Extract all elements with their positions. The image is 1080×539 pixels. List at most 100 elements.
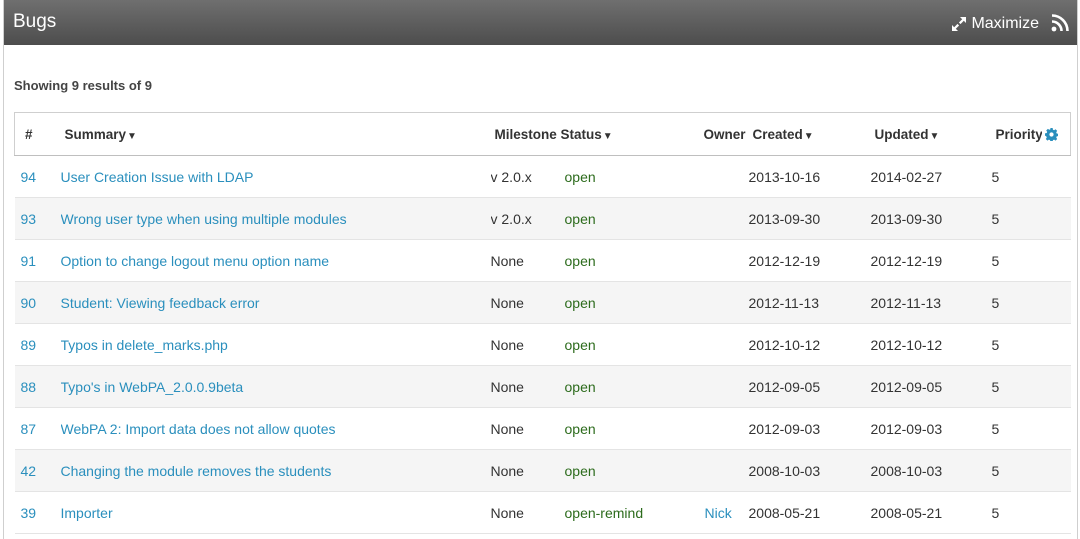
sort-arrow-icon: ▼	[803, 130, 814, 142]
bug-created: 2013-10-16	[748, 168, 821, 185]
bug-milestone: v 2.0.x	[490, 168, 532, 185]
bug-priority: 5	[991, 252, 1000, 269]
bug-id-link[interactable]: 89	[15, 324, 61, 366]
bug-status: open-remind	[564, 504, 644, 521]
bug-status: open	[564, 336, 596, 353]
bug-milestone: None	[490, 462, 524, 479]
table-row: 94 User Creation Issue with LDAP v 2.0.x op…	[14, 155, 1071, 198]
bug-priority: 5	[991, 378, 1000, 395]
table-row: 89 Typos in delete_marks.php None open 2012-…	[14, 323, 1071, 366]
bugs-panel: Bugs Maximize Showing 9 results of 9 # S…	[3, 0, 1078, 539]
bug-id-link[interactable]: 39	[15, 492, 61, 534]
bug-status: open	[564, 210, 596, 227]
bug-owner[interactable]	[693, 324, 749, 366]
bug-summary-link[interactable]: Typo's in WebPA_2.0.0.9beta	[61, 366, 491, 408]
bug-summary-link[interactable]: Changing the module removes the students	[61, 450, 491, 492]
table-header: # Summary▼ Milestone Status▼ Owner Creat…	[14, 112, 1071, 156]
bug-summary-link[interactable]: Wrong user type when using multiple modu…	[61, 198, 491, 240]
bug-updated: 2012-09-05	[870, 378, 943, 395]
bug-priority: 5	[991, 336, 1000, 353]
bug-owner[interactable]	[693, 366, 749, 408]
results-count: Showing 9 results of 9	[14, 78, 152, 93]
bug-status: open	[564, 378, 596, 395]
bug-created: 2008-10-03	[748, 462, 821, 479]
bug-priority: 5	[991, 462, 1000, 479]
table-row: 93 Wrong user type when using multiple mo…	[14, 197, 1071, 240]
bug-id-link[interactable]: 42	[15, 450, 61, 492]
bug-priority: 5	[991, 420, 1000, 437]
gear-icon[interactable]	[1045, 127, 1059, 141]
bug-id-link[interactable]: 88	[15, 366, 61, 408]
col-header-status[interactable]: Status▼	[560, 112, 693, 156]
bug-milestone: v 2.0.x	[490, 210, 532, 227]
bug-owner[interactable]	[693, 450, 749, 492]
bug-updated: 2008-10-03	[870, 462, 943, 479]
bug-summary-link[interactable]: Typos in delete_marks.php	[61, 324, 491, 366]
table-row: 91 Option to change logout menu option na…	[14, 239, 1071, 282]
bug-id-link[interactable]: 93	[15, 198, 61, 240]
bug-updated: 2008-05-21	[870, 504, 943, 521]
bug-milestone: None	[490, 420, 524, 437]
bug-priority: 5	[991, 168, 1000, 185]
bug-status: open	[564, 420, 596, 437]
bug-owner[interactable]	[693, 240, 749, 282]
bug-owner[interactable]	[693, 156, 749, 198]
col-header-num[interactable]: #	[14, 112, 61, 156]
bug-status: open	[564, 294, 596, 311]
col-header-owner[interactable]: Owner	[692, 112, 749, 156]
bug-updated: 2012-11-13	[870, 294, 942, 311]
bug-summary-link[interactable]: User Creation Issue with LDAP	[61, 156, 491, 198]
bug-created: 2008-05-21	[748, 504, 821, 521]
col-header-created[interactable]: Created▼	[748, 112, 871, 156]
bug-status: open	[564, 168, 596, 185]
bug-milestone: None	[490, 336, 524, 353]
bug-status: open	[564, 462, 596, 479]
col-header-milestone[interactable]: Milestone	[490, 112, 561, 156]
bug-owner[interactable]	[693, 408, 749, 450]
col-header-updated[interactable]: Updated▼	[870, 112, 992, 156]
bug-summary-link[interactable]: Importer	[61, 492, 491, 534]
maximize-icon	[952, 17, 967, 31]
bug-updated: 2012-10-12	[870, 336, 943, 353]
sort-arrow-icon: ▼	[127, 130, 137, 142]
bug-summary-link[interactable]: WebPA 2: Import data does not allow quot…	[61, 408, 491, 450]
table-row: 90 Student: Viewing feedback error None ope…	[14, 281, 1071, 324]
bug-created: 2012-12-19	[748, 252, 821, 269]
col-header-summary[interactable]: Summary▼	[60, 112, 491, 156]
panel-title: Bugs	[13, 11, 57, 32]
maximize-button[interactable]: Maximize	[951, 15, 1039, 33]
bug-id-link[interactable]: 87	[15, 408, 61, 450]
bug-priority: 5	[991, 294, 1000, 311]
bug-id-link[interactable]: 94	[15, 156, 61, 198]
rss-icon[interactable]	[1051, 14, 1069, 32]
bug-owner[interactable]: Nick	[693, 492, 749, 534]
bug-updated: 2013-09-30	[870, 210, 943, 227]
bug-priority: 5	[991, 504, 1000, 521]
table-row: 42 Changing the module removes the studen…	[14, 449, 1071, 492]
bug-summary-link[interactable]: Student: Viewing feedback error	[61, 282, 491, 324]
bug-status: open	[564, 252, 596, 269]
bug-milestone: None	[490, 252, 524, 269]
bug-summary-link[interactable]: Option to change logout menu option name	[61, 240, 491, 282]
bug-milestone: None	[490, 294, 524, 311]
table-row: 88 Typo's in WebPA_2.0.0.9beta None open 201…	[14, 365, 1071, 408]
sort-arrow-icon: ▼	[602, 130, 613, 142]
bug-priority: 5	[991, 210, 1000, 227]
bug-updated: 2012-09-03	[870, 420, 943, 437]
bug-created: 2013-09-30	[748, 210, 821, 227]
sort-arrow-icon: ▼	[929, 130, 940, 142]
table-row: 87 WebPA 2: Import data does not allow qu…	[14, 407, 1071, 450]
table-row: 39 Importer None open-remind Nick 2008-05-21 2…	[14, 491, 1071, 534]
col-header-priority[interactable]: Priority	[991, 112, 1071, 156]
bug-created: 2012-09-05	[748, 378, 821, 395]
maximize-label: Maximize	[971, 15, 1039, 32]
bug-id-link[interactable]: 91	[15, 240, 61, 282]
panel-titlebar: Bugs Maximize	[4, 0, 1077, 45]
bug-owner[interactable]	[693, 198, 749, 240]
bug-created: 2012-11-13	[748, 294, 820, 311]
bug-milestone: None	[490, 378, 524, 395]
bug-id-link[interactable]: 90	[15, 282, 61, 324]
bug-updated: 2014-02-27	[870, 168, 943, 185]
bug-owner[interactable]	[693, 282, 749, 324]
bug-created: 2012-10-12	[748, 336, 821, 353]
